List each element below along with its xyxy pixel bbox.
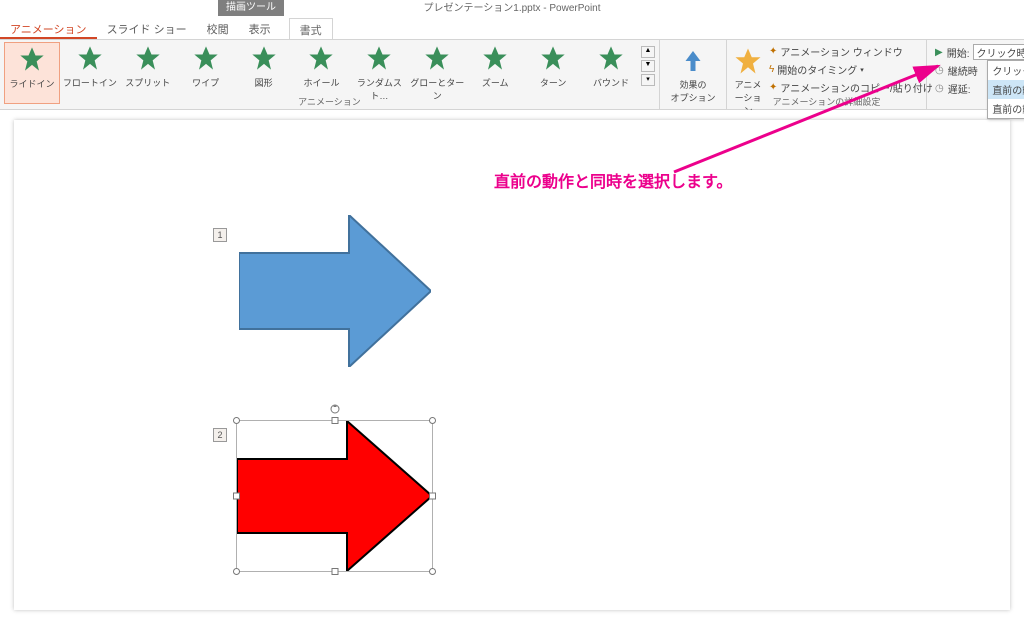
tab-review[interactable]: 校閲: [197, 18, 239, 39]
arrow-up-icon: [678, 46, 708, 76]
tab-animation[interactable]: アニメーション: [0, 18, 97, 39]
star-icon: [307, 44, 335, 72]
ribbon-group-advanced: アニメーション の追加 ✦ アニメーション ウィンドウ ϟ 開始のタイミング▾ …: [727, 40, 927, 109]
start-dropdown-list: クリック時 直前の動作と同時 直前の動作の後: [987, 60, 1024, 119]
handle-n[interactable]: [331, 417, 338, 424]
ribbon-tabs: アニメーション スライド ショー 校閲 表示 書式: [0, 18, 1024, 40]
effect-options-button[interactable]: 効果の オプション: [664, 42, 722, 108]
handle-se[interactable]: [429, 568, 436, 575]
blue-arrow-shape[interactable]: [239, 215, 431, 367]
tab-slideshow[interactable]: スライド ショー: [97, 18, 197, 39]
ribbon-group-timing: ▶ 開始: クリック時 ▼ アニ ◷ 継続時 ◷ 遅延: クリック時 直前の動作…: [927, 40, 1024, 109]
lightning-icon: ϟ: [769, 64, 774, 75]
handle-sw[interactable]: [233, 568, 240, 575]
play-icon: ▶: [935, 47, 943, 58]
window-title: プレゼンテーション1.pptx - PowerPoint: [423, 3, 600, 14]
annotation-text: 直前の動作と同時を選択します。: [494, 168, 732, 192]
star-icon: [192, 44, 220, 72]
star-icon: [250, 44, 278, 72]
handle-w[interactable]: [233, 493, 240, 500]
star-icon: [76, 44, 104, 72]
star-icon: [365, 44, 393, 72]
ribbon-group-animation: ライドイン フロートイン スプリット ワイプ 図形 ホイール: [0, 40, 660, 109]
start-dropdown[interactable]: クリック時 ▼: [973, 44, 1024, 60]
trigger-button[interactable]: ϟ 開始のタイミング▾: [769, 62, 933, 77]
star-icon: [597, 44, 625, 72]
pane-icon: ✦: [769, 46, 777, 57]
delay-label: 遅延:: [948, 81, 971, 96]
gallery-more[interactable]: ▾: [641, 74, 655, 86]
clock-icon: ◷: [935, 83, 944, 94]
rotate-handle[interactable]: [330, 401, 340, 411]
handle-nw[interactable]: [233, 417, 240, 424]
star-icon: [539, 44, 567, 72]
star-icon: [18, 45, 46, 73]
title-bar: プレゼンテーション1.pptx - PowerPoint 描画ツール: [0, 0, 1024, 18]
star-icon: [481, 44, 509, 72]
duration-label: 継続時: [948, 63, 978, 78]
start-label: 開始:: [947, 45, 970, 60]
ribbon-group-effect-options: 効果の オプション: [660, 40, 727, 109]
gallery-scroll-up[interactable]: ▲: [641, 46, 655, 58]
option-on-click[interactable]: クリック時: [988, 61, 1024, 80]
group-label-animation: アニメーション: [0, 95, 659, 108]
star-icon: [134, 44, 162, 72]
option-after-previous[interactable]: 直前の動作の後: [988, 99, 1024, 118]
animation-tag-1[interactable]: 1: [213, 228, 227, 242]
handle-s[interactable]: [331, 568, 338, 575]
animation-painter-button[interactable]: ✦ アニメーションのコピー/貼り付け: [769, 80, 933, 95]
star-icon: [423, 44, 451, 72]
clock-icon: ◷: [935, 65, 944, 76]
ribbon: ライドイン フロートイン スプリット ワイプ 図形 ホイール: [0, 40, 1024, 110]
handle-e[interactable]: [429, 493, 436, 500]
option-with-previous[interactable]: 直前の動作と同時: [988, 80, 1024, 99]
tab-view[interactable]: 表示: [239, 18, 281, 39]
red-arrow-selection[interactable]: [236, 420, 433, 572]
star-plus-icon: [733, 46, 763, 76]
group-label-advanced: アニメーションの詳細設定: [727, 95, 926, 108]
slide-canvas[interactable]: 1 2 直前の動作と同時を選択します。: [0, 110, 1024, 618]
contextual-tab-header: 描画ツール: [218, 0, 284, 16]
slide[interactable]: 1 2 直前の動作と同時を選択します。: [14, 120, 1010, 610]
painter-icon: ✦: [769, 82, 777, 93]
animation-pane-button[interactable]: ✦ アニメーション ウィンドウ: [769, 44, 933, 59]
gallery-scroll-down[interactable]: ▼: [641, 60, 655, 72]
handle-ne[interactable]: [429, 417, 436, 424]
red-arrow-shape[interactable]: [237, 421, 432, 571]
animation-tag-2[interactable]: 2: [213, 428, 227, 442]
tab-format[interactable]: 書式: [289, 18, 333, 39]
